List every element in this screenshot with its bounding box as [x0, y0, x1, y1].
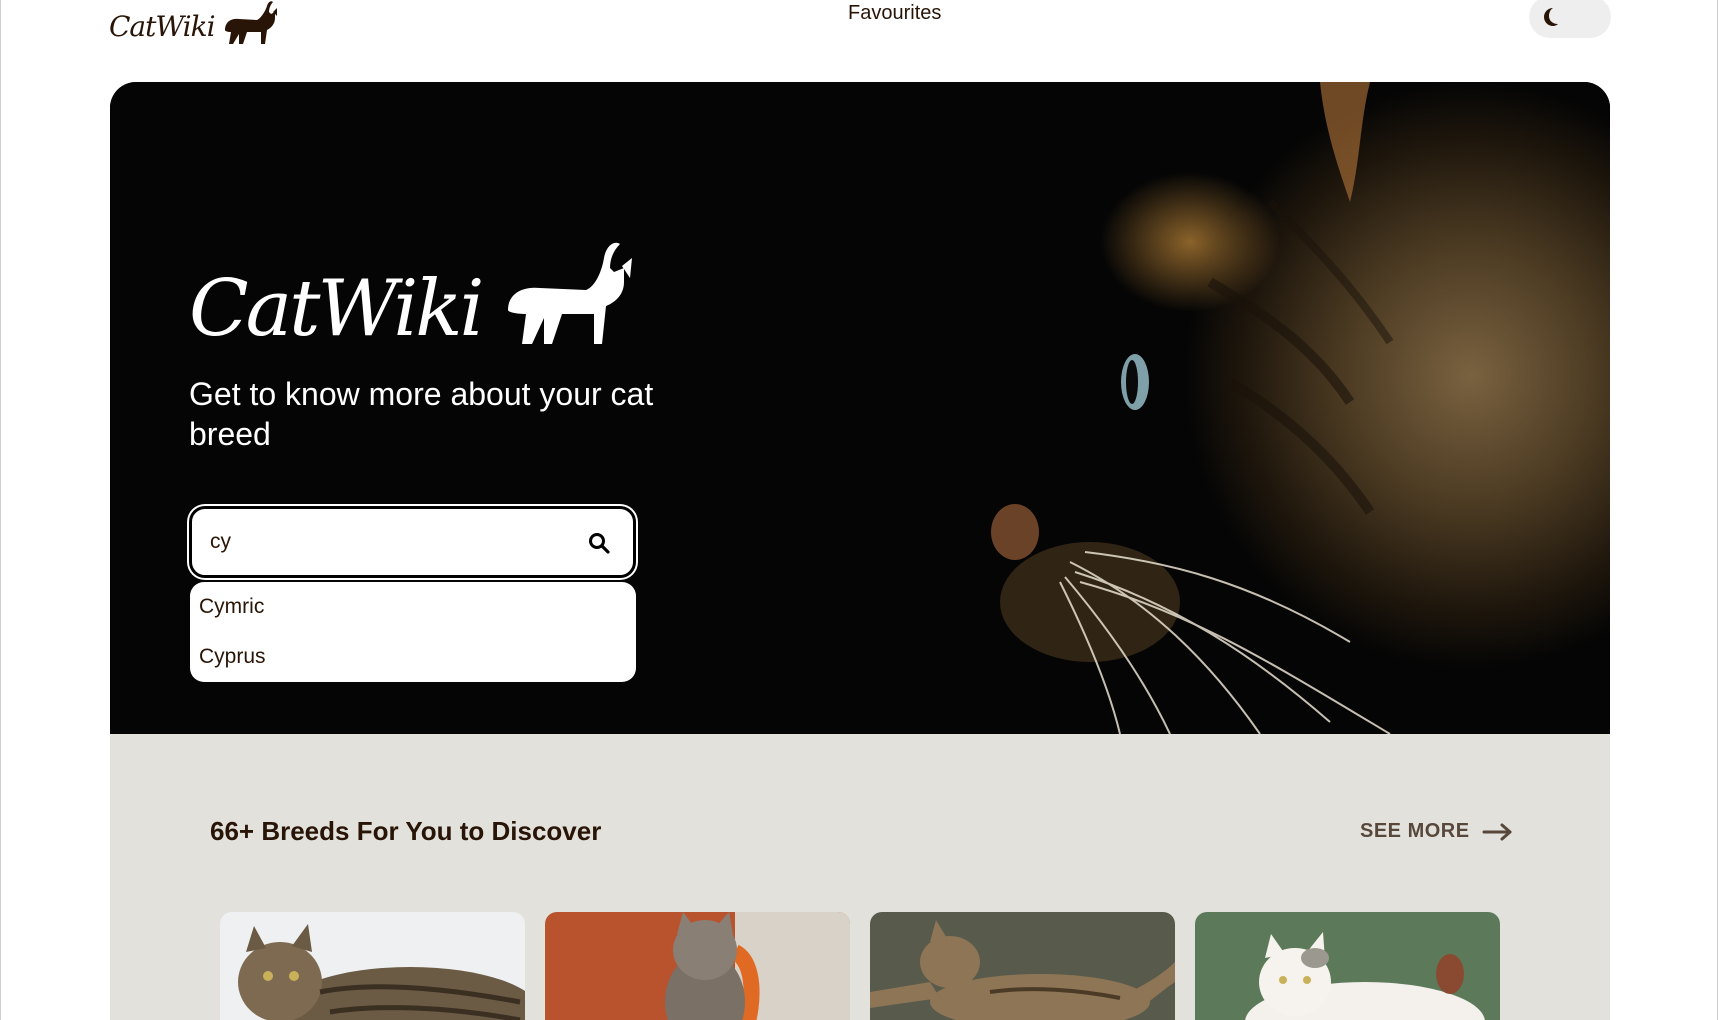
- top-bar: CatWiki Favourites: [1, 0, 1717, 80]
- theme-toggle[interactable]: [1529, 0, 1611, 38]
- breed-card-image: [1195, 912, 1500, 1020]
- breed-card-image: [870, 912, 1175, 1020]
- suggestion-item[interactable]: Cymric: [190, 588, 636, 638]
- arrow-right-icon: [1482, 823, 1512, 840]
- cat-silhouette-icon: [224, 1, 277, 45]
- moon-icon: [1544, 8, 1558, 26]
- brand-name: CatWiki: [109, 10, 216, 43]
- see-more-link[interactable]: SEE MORE: [1360, 820, 1514, 843]
- hero-title: CatWiki: [189, 264, 484, 354]
- search-icon: [589, 533, 610, 554]
- breed-search: [189, 506, 636, 578]
- breed-cards: [220, 912, 1500, 1020]
- page: CatWiki Favourites CatWiki Get to know m…: [0, 0, 1718, 1020]
- search-input[interactable]: [192, 509, 562, 575]
- nav-favourites[interactable]: Favourites: [848, 2, 941, 25]
- search-suggestions: Cymric Cyprus: [190, 582, 636, 682]
- breed-card[interactable]: [870, 912, 1175, 1020]
- suggestion-item[interactable]: Cyprus: [190, 638, 636, 688]
- brand-logo[interactable]: CatWiki: [109, 0, 279, 46]
- hero-logo: CatWiki: [189, 240, 634, 348]
- hero-banner: CatWiki Get to know more about your cat …: [110, 82, 1610, 734]
- breeds-section: 66+ Breeds For You to Discover SEE MORE: [110, 734, 1610, 1020]
- hero-subtitle: Get to know more about your cat breed: [189, 376, 654, 452]
- breed-card[interactable]: [1195, 912, 1500, 1020]
- breed-card-image: [545, 912, 850, 1020]
- breed-card[interactable]: [545, 912, 850, 1020]
- breed-card[interactable]: [220, 912, 525, 1020]
- search-button[interactable]: [587, 531, 611, 555]
- breeds-title: 66+ Breeds For You to Discover: [210, 816, 602, 846]
- cat-silhouette-icon: [507, 242, 632, 344]
- breed-card-image: [220, 912, 525, 1020]
- see-more-label: SEE MORE: [1360, 820, 1470, 842]
